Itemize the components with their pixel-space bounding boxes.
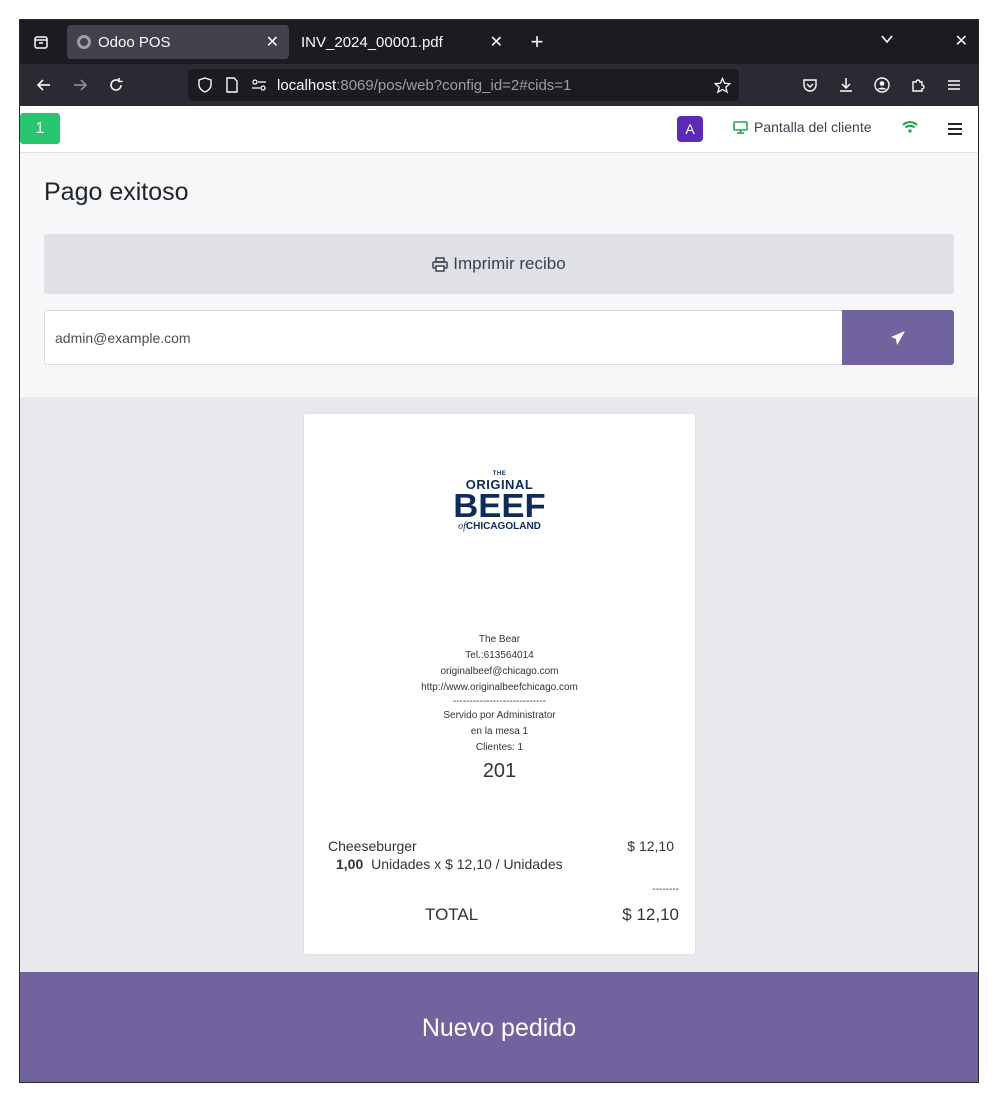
total-label: TOTAL (425, 905, 479, 924)
menu-icon[interactable] (944, 75, 964, 95)
forward-arrow-icon[interactable] (70, 75, 90, 95)
company-logo: THE ORIGINAL BEEF ofCHICAGOLAND (453, 471, 546, 532)
avatar[interactable]: A (677, 116, 703, 142)
total-value: $ 12,10 (622, 905, 679, 924)
page-title: Pago exitoso (44, 178, 189, 206)
loading-icon (77, 35, 91, 49)
order-reference: 201 (482, 760, 517, 782)
tab-title: Odoo POS (98, 33, 171, 51)
window-close-icon[interactable]: ✕ (955, 31, 968, 51)
paper-plane-icon (891, 330, 905, 345)
pos-header: 1 A Pantalla del cliente (20, 106, 978, 153)
firefox-view-button[interactable] (20, 20, 62, 64)
url-text: localhost:8069/pos/web?config_id=2#cids=… (277, 76, 572, 94)
chevron-down-icon[interactable] (880, 32, 894, 51)
company-website: http://www.originalbeefchicago.com (421, 682, 578, 693)
send-email-button[interactable] (842, 310, 954, 365)
pos-menu-icon[interactable] (948, 122, 962, 140)
wifi-icon[interactable] (902, 120, 918, 138)
back-arrow-icon[interactable] (34, 75, 54, 95)
total-separator: -------- (652, 884, 679, 895)
company-info: The Bear Tel.:613564014 originalbeef@chi… (304, 632, 695, 756)
receipt: THE ORIGINAL BEEF ofCHICAGOLAND The Bear… (303, 413, 696, 955)
reload-icon[interactable] (106, 75, 126, 95)
url-bar[interactable]: localhost:8069/pos/web?config_id=2#cids=… (188, 69, 739, 101)
customer-screen-button[interactable]: Pantalla del cliente (733, 119, 872, 135)
new-order-button[interactable]: Nuevo pedido (20, 972, 978, 1082)
browser-window: Odoo POS ✕ INV_2024_00001.pdf ✕ + ✕ loca… (19, 19, 979, 1083)
served-by: Servido por Administrator (443, 710, 556, 721)
table-info: en la mesa 1 (470, 726, 529, 737)
company-name: The Bear (478, 634, 521, 645)
close-tab-icon[interactable]: ✕ (266, 32, 279, 52)
company-email: originalbeef@chicago.com (440, 666, 559, 677)
printer-icon (432, 256, 449, 272)
permissions-icon[interactable] (251, 77, 267, 93)
product-name: Cheeseburger (328, 838, 417, 854)
company-phone: Tel.:613564014 (465, 650, 534, 661)
extensions-icon[interactable] (908, 75, 928, 95)
email-receipt-row (44, 310, 954, 365)
account-icon[interactable] (872, 75, 892, 95)
email-input[interactable] (44, 310, 842, 365)
monitor-icon (733, 120, 748, 134)
line-price: $ 12,10 (627, 838, 674, 854)
guest-count: Clientes: 1 (475, 742, 524, 753)
download-icon[interactable] (836, 75, 856, 95)
firefox-view-icon (34, 36, 48, 49)
page-icon[interactable] (225, 77, 239, 93)
order-tab-badge[interactable]: 1 (20, 113, 60, 144)
navigation-bar: localhost:8069/pos/web?config_id=2#cids=… (20, 64, 978, 106)
receipt-area: THE ORIGINAL BEEF ofCHICAGOLAND The Bear… (20, 397, 978, 972)
tab-strip: Odoo POS ✕ INV_2024_00001.pdf ✕ + ✕ (20, 20, 978, 64)
payment-success-section: Pago exitoso Imprimir recibo (20, 153, 978, 397)
shield-icon[interactable] (197, 77, 213, 93)
tab-title: INV_2024_00001.pdf (301, 33, 443, 51)
tab-invoice-pdf[interactable]: INV_2024_00001.pdf ✕ (291, 25, 513, 59)
print-receipt-label: Imprimir recibo (453, 254, 566, 273)
receipt-line: Cheeseburger $ 12,10 1,00 Unidades x $ 1… (328, 838, 674, 872)
new-tab-button[interactable]: + (525, 29, 549, 54)
star-icon[interactable] (714, 76, 731, 94)
print-receipt-button[interactable]: Imprimir recibo (44, 234, 954, 294)
tab-odoo-pos[interactable]: Odoo POS ✕ (67, 25, 289, 59)
close-tab-icon[interactable]: ✕ (490, 32, 503, 52)
pocket-icon[interactable] (800, 75, 820, 95)
customer-screen-label: Pantalla del cliente (754, 119, 872, 135)
separator: ---------------------------- (452, 696, 547, 707)
line-detail: 1,00 Unidades x $ 12,10 / Unidades (336, 856, 563, 872)
